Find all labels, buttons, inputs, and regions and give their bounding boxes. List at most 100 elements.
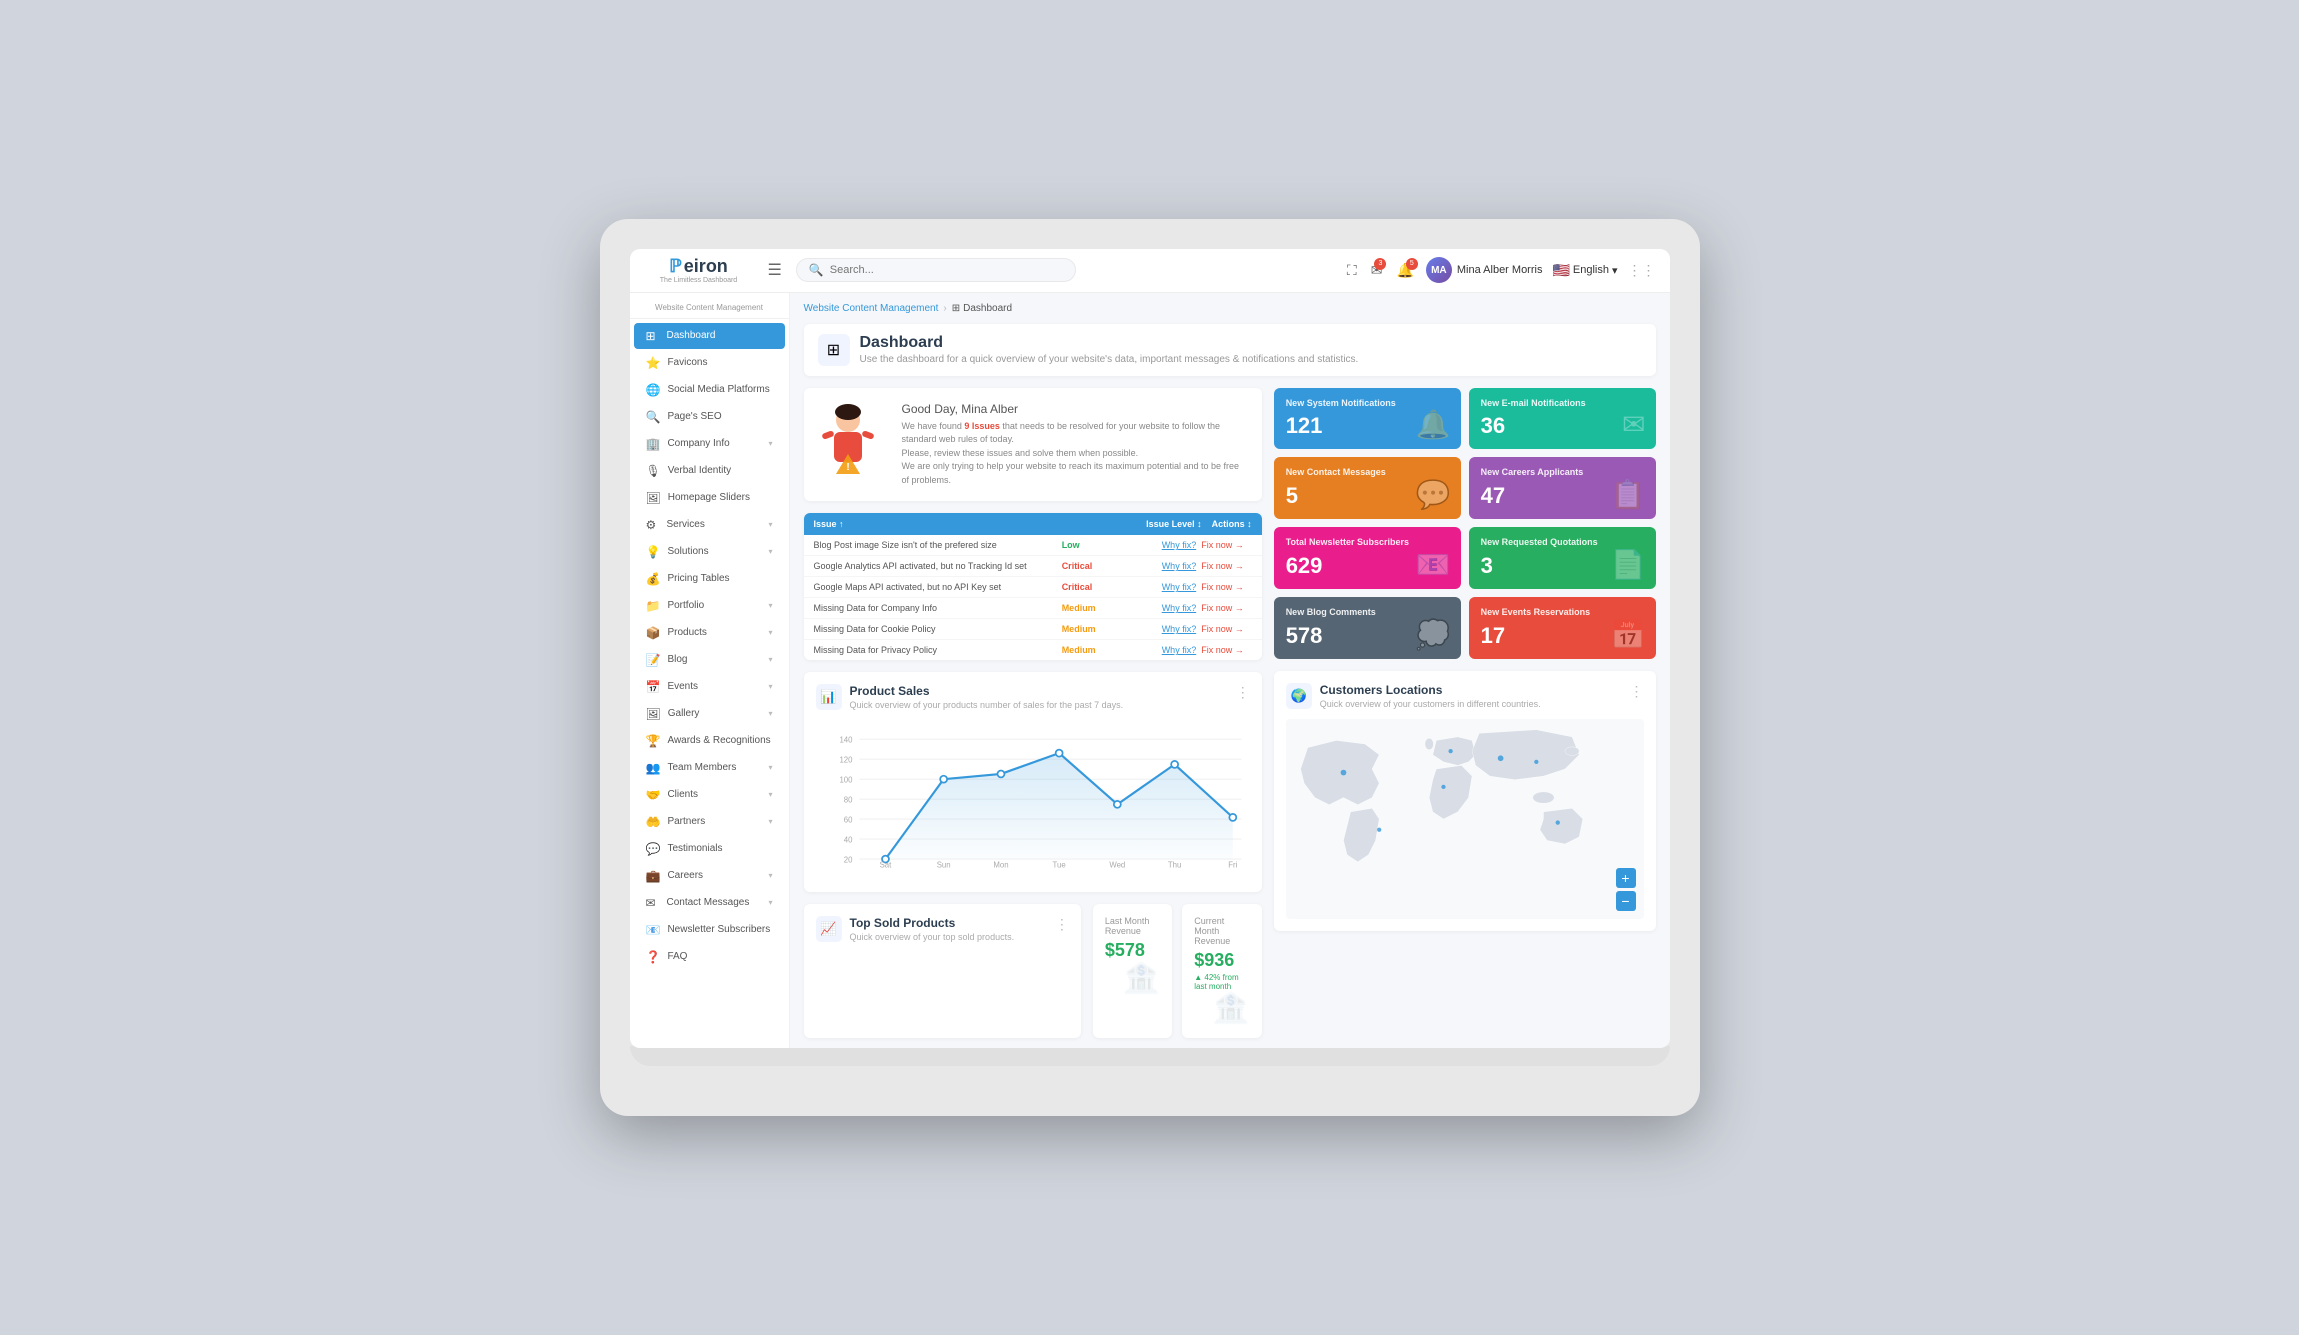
sidebar-item-testimonials[interactable]: 💬 Testimonials — [634, 836, 785, 862]
welcome-illustration: ! — [818, 402, 888, 482]
portfolio-icon: 📁 — [646, 599, 661, 613]
customers-menu-button[interactable]: ⋮ — [1630, 683, 1644, 700]
sidebar-label-awards: Awards & Recognitions — [667, 735, 772, 746]
company-info-icon: 🏢 — [646, 437, 661, 451]
revenue-cards: Last Month Revenue $578 🏦 Current Month … — [1093, 904, 1262, 1038]
issue-text: Missing Data for Company Info — [814, 603, 1052, 613]
fix-link[interactable]: Fix now → — [1201, 582, 1244, 592]
logo-text: ℙ eiron — [669, 256, 728, 277]
sidebar-item-events[interactable]: 📅 Events ▾ — [634, 674, 785, 700]
stat-value: 36 — [1481, 413, 1644, 439]
fix-link[interactable]: Fix now → — [1201, 603, 1244, 613]
map-zoom-out-button[interactable]: − — [1616, 891, 1636, 911]
breadcrumb-separator: › — [943, 303, 946, 314]
fix-link[interactable]: Fix now → — [1201, 561, 1244, 571]
sidebar-item-products[interactable]: 📦 Products ▾ — [634, 620, 785, 646]
language-selector[interactable]: 🇺🇸 English ▾ — [1552, 262, 1617, 279]
sidebar-item-company-info[interactable]: 🏢 Company Info ▾ — [634, 431, 785, 457]
sidebar-item-partners[interactable]: 🤲 Partners ▾ — [634, 809, 785, 835]
sidebar-item-clients[interactable]: 🤝 Clients ▾ — [634, 782, 785, 808]
stat-card-contact-msg[interactable]: New Contact Messages 5 💬 — [1274, 457, 1461, 519]
fix-link[interactable]: Fix now → — [1201, 624, 1244, 634]
issue-level: Low — [1062, 540, 1152, 550]
map-zoom-in-button[interactable]: + — [1616, 868, 1636, 888]
stat-card-system-notif[interactable]: New System Notifications 121 🔔 — [1274, 388, 1461, 450]
svg-text:Thu: Thu — [1167, 861, 1180, 870]
stat-card-icon: 🔔 — [1416, 408, 1451, 441]
sidebar-item-newsletter[interactable]: 📧 Newsletter Subscribers — [634, 917, 785, 943]
chevron-down-icon: ▾ — [768, 709, 772, 718]
sidebar-item-careers[interactable]: 💼 Careers ▾ — [634, 863, 785, 889]
search-icon: 🔍 — [809, 263, 824, 277]
stat-card-icon: ✉ — [1622, 408, 1645, 441]
sidebar-item-faq[interactable]: ❓ FAQ — [634, 944, 785, 970]
sidebar-label-team-members: Team Members — [667, 762, 761, 773]
sidebar-item-awards[interactable]: 🏆 Awards & Recognitions — [634, 728, 785, 754]
breadcrumb-parent[interactable]: Website Content Management — [804, 303, 939, 314]
expand-button[interactable]: ⛶ — [1345, 260, 1359, 281]
stat-card-newsletter[interactable]: Total Newsletter Subscribers 629 📧 — [1274, 527, 1461, 589]
sidebar-item-dashboard[interactable]: ⊞ Dashboard — [634, 323, 785, 349]
stat-card-careers[interactable]: New Careers Applicants 47 📋 — [1469, 457, 1656, 519]
table-row: Missing Data for Cookie Policy Medium Wh… — [804, 619, 1262, 640]
solutions-icon: 💡 — [646, 545, 661, 559]
why-link[interactable]: Why fix? — [1162, 624, 1197, 634]
dashboard-breadcrumb-icon: ⊞ — [952, 303, 960, 314]
sidebar-item-portfolio[interactable]: 📁 Portfolio ▾ — [634, 593, 785, 619]
mail-button[interactable]: ✉ 3 — [1369, 260, 1385, 281]
chevron-down-icon: ▾ — [768, 871, 772, 880]
product-sales-menu-button[interactable]: ⋮ — [1236, 684, 1250, 701]
sidebar-section-title: Website Content Management — [644, 303, 775, 312]
stat-card-email-notif[interactable]: New E-mail Notifications 36 ✉ — [1469, 388, 1656, 450]
favicons-icon: ⭐ — [646, 356, 661, 370]
sidebar-item-verbal-identity[interactable]: 🎙 Verbal Identity — [634, 458, 785, 484]
sidebar-item-blog[interactable]: 📝 Blog ▾ — [634, 647, 785, 673]
laptop-screen: ℙ eiron The Limitless Dashboard ☰ 🔍 ⛶ ✉ … — [630, 249, 1670, 1049]
bottom-section: 📈 Top Sold Products Quick overview of yo… — [804, 904, 1262, 1038]
fix-link[interactable]: Fix now → — [1201, 645, 1244, 655]
stat-card-blog-comments[interactable]: New Blog Comments 578 💭 — [1274, 597, 1461, 659]
why-link[interactable]: Why fix? — [1162, 540, 1197, 550]
stat-card-quotations[interactable]: New Requested Quotations 3 📄 — [1469, 527, 1656, 589]
fix-link[interactable]: Fix now → — [1201, 540, 1244, 550]
content-area: Website Content Management › ⊞ Dashboard… — [790, 293, 1670, 1049]
user-info[interactable]: MA Mina Alber Morris — [1426, 257, 1543, 283]
svg-text:Mon: Mon — [993, 861, 1008, 870]
chart-point — [997, 771, 1004, 778]
why-link[interactable]: Why fix? — [1162, 645, 1197, 655]
why-link[interactable]: Why fix? — [1162, 561, 1197, 571]
mail-badge: 3 — [1374, 258, 1386, 270]
stat-card-icon: 💭 — [1416, 618, 1451, 651]
sidebar-item-pages-seo[interactable]: 🔍 Page's SEO — [634, 404, 785, 430]
sidebar-item-contact-messages[interactable]: ✉ Contact Messages ▾ — [634, 890, 785, 916]
sidebar-item-homepage-sliders[interactable]: 🖼 Homepage Sliders — [634, 485, 785, 511]
issue-level: Critical — [1062, 561, 1152, 571]
svg-text:100: 100 — [839, 776, 853, 785]
sidebar-label-favicons: Favicons — [667, 357, 772, 368]
customers-header: 🌍 Customers Locations Quick overview of … — [1286, 683, 1644, 709]
sidebar-item-social-media[interactable]: 🌐 Social Media Platforms — [634, 377, 785, 403]
why-link[interactable]: Why fix? — [1162, 582, 1197, 592]
map-dot — [1340, 769, 1346, 775]
map-dot — [1448, 749, 1452, 753]
sidebar-item-pricing-tables[interactable]: 💰 Pricing Tables — [634, 566, 785, 592]
sidebar-item-favicons[interactable]: ⭐ Favicons — [634, 350, 785, 376]
sidebar-item-services[interactable]: ⚙ Services ▾ — [634, 512, 785, 538]
sidebar-item-solutions[interactable]: 💡 Solutions ▾ — [634, 539, 785, 565]
top-sold-subtitle: Quick overview of your top sold products… — [850, 932, 1015, 942]
top-bar: ℙ eiron The Limitless Dashboard ☰ 🔍 ⛶ ✉ … — [630, 249, 1670, 293]
bell-button[interactable]: 🔔 5 — [1394, 260, 1415, 281]
hamburger-button[interactable]: ☰ — [764, 256, 786, 284]
why-link[interactable]: Why fix? — [1162, 603, 1197, 613]
apps-grid-button[interactable]: ⋮⋮ — [1628, 262, 1656, 279]
search-input[interactable] — [830, 264, 1063, 276]
sidebar-label-verbal-identity: Verbal Identity — [668, 465, 773, 476]
sidebar-label-testimonials: Testimonials — [667, 843, 772, 854]
issue-actions: Why fix? Fix now → — [1162, 561, 1252, 571]
sidebar-item-gallery[interactable]: 🖼 Gallery ▾ — [634, 701, 785, 727]
sidebar-item-team-members[interactable]: 👥 Team Members ▾ — [634, 755, 785, 781]
top-sold-menu-button[interactable]: ⋮ — [1055, 916, 1069, 933]
map-dot — [1555, 820, 1559, 824]
issues-table: Issue ↑ Issue Level ↕ Actions ↕ B — [804, 513, 1262, 660]
stat-card-events-res[interactable]: New Events Reservations 17 📅 — [1469, 597, 1656, 659]
